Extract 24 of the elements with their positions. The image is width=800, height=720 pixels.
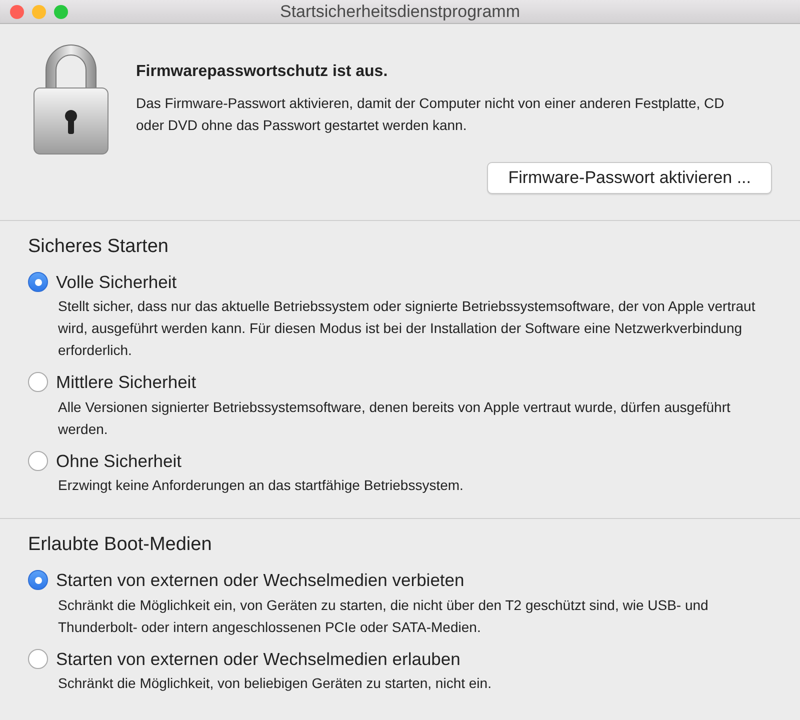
minimize-button[interactable] xyxy=(32,5,46,19)
zoom-button[interactable] xyxy=(54,5,68,19)
option-description: Stellt sicher, dass nur das aktuelle Betriebssystem oder signierte Betriebssystemsoftware, der von Apple vertraut wird, ausgeführt werden kann. Für diesen Modus ist bei der Installation der Software eine Netzwerkverbindung erforderlich. xyxy=(57,297,756,360)
option-description: Alle Versionen signierter Betriebssystemsoftware, denen bereits von Apple vertraut wurde, dürfen ausgeführt werden. xyxy=(57,398,732,438)
option-label[interactable]: Volle Sicherheit xyxy=(56,269,177,296)
radio-button[interactable] xyxy=(28,272,48,292)
radio-button[interactable] xyxy=(28,648,48,669)
option-description: Erzwingt keine Anforderungen an das startfähige Betriebssystem. xyxy=(57,476,464,495)
radio-button[interactable] xyxy=(28,570,48,590)
enable-password-button[interactable]: Firmware-Passwort aktivieren ... xyxy=(487,162,772,194)
option-description: Schränkt die Möglichkeit, von beliebigen Geräten zu starten, nicht ein. xyxy=(57,674,492,693)
section-heading: Sicheres Starten xyxy=(28,234,170,258)
radio-button[interactable] xyxy=(28,372,48,392)
status-heading: Firmwarepasswortschutz ist aus. xyxy=(136,62,389,82)
section-heading: Erlaubte Boot-Medien xyxy=(28,532,213,557)
window-title: Startsicherheitsdienstprogramm xyxy=(280,0,520,22)
option-description: Schränkt die Möglichkeit ein, von Geräten zu starten, die nicht über den T2 geschützt sind, wie USB- und Thunderbolt- oder intern angeschlossenen PCIe oder SATA-Medien. xyxy=(57,596,710,637)
close-button[interactable] xyxy=(10,5,24,19)
option-label[interactable]: Starten von externen oder Wechselmedien erlauben xyxy=(56,646,460,672)
option-label[interactable]: Ohne Sicherheit xyxy=(56,448,182,474)
option-label[interactable]: Mittlere Sicherheit xyxy=(56,369,196,396)
radio-button[interactable] xyxy=(28,450,48,471)
status-description: Das Firmware-Passwort aktivieren, damit der Computer nicht von einer anderen Festplatte, CD oder DVD ohne das Passwort gestartet werden kann. xyxy=(136,94,726,135)
option-label[interactable]: Starten von externen oder Wechselmedien verbieten xyxy=(56,567,464,594)
